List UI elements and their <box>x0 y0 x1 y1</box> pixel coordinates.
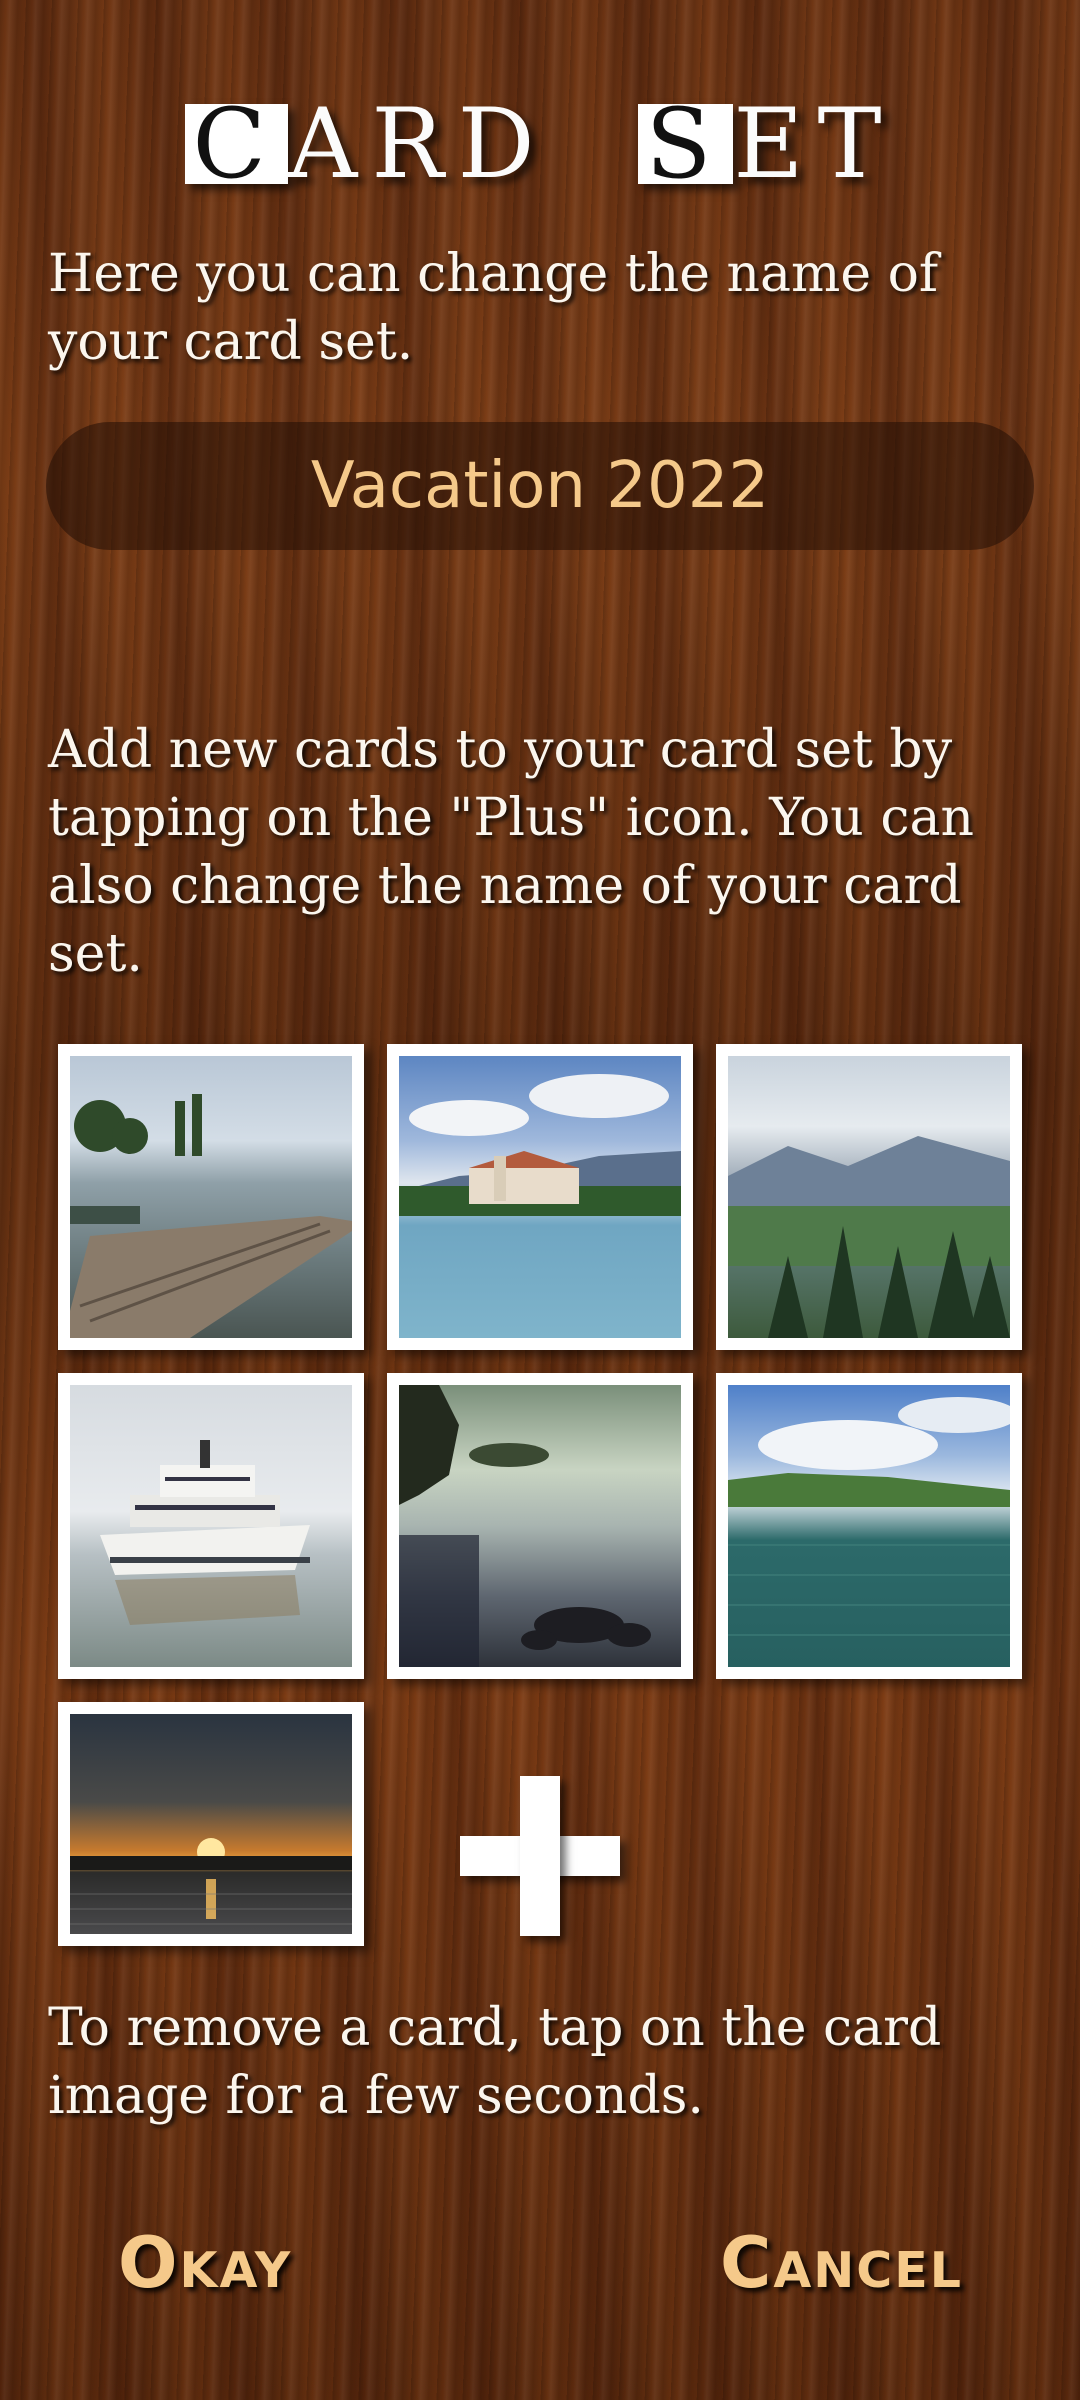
intro-text: Here you can change the name of your car… <box>48 244 939 372</box>
remove-hint-text: To remove a card, tap on the card image … <box>48 1998 942 2126</box>
photo-green-shore <box>728 1385 1010 1667</box>
add-card-button[interactable] <box>460 1776 620 1936</box>
title-initial-c: C <box>184 96 288 192</box>
photo-ship <box>70 1385 352 1667</box>
photo-pier <box>70 1056 352 1338</box>
title-initial-s: S <box>637 96 734 192</box>
card-image-5[interactable] <box>387 1373 693 1679</box>
app-title: CARD SET <box>0 88 1080 200</box>
card-set-name-field[interactable] <box>46 422 1034 550</box>
card-image-4[interactable] <box>58 1373 364 1679</box>
title-rest-1: ARD <box>287 88 549 200</box>
card-image-7[interactable] <box>58 1702 364 1946</box>
card-image-3[interactable] <box>716 1044 1022 1350</box>
photo-sunset <box>70 1714 352 1934</box>
card-image-6[interactable] <box>716 1373 1022 1679</box>
plus-icon-vertical <box>520 1776 560 1936</box>
card-set-name-input[interactable] <box>88 448 992 524</box>
card-image-1[interactable] <box>58 1044 364 1350</box>
title-rest-2: ET <box>733 88 896 200</box>
photo-castle <box>399 1056 681 1338</box>
add-cards-text: Add new cards to your card set by tappin… <box>48 720 974 984</box>
card-image-2[interactable] <box>387 1044 693 1350</box>
photo-mountains <box>728 1056 1010 1338</box>
okay-button[interactable]: Okay <box>118 2222 292 2304</box>
photo-lake-shore <box>399 1385 681 1667</box>
cancel-button[interactable]: Cancel <box>720 2222 963 2304</box>
